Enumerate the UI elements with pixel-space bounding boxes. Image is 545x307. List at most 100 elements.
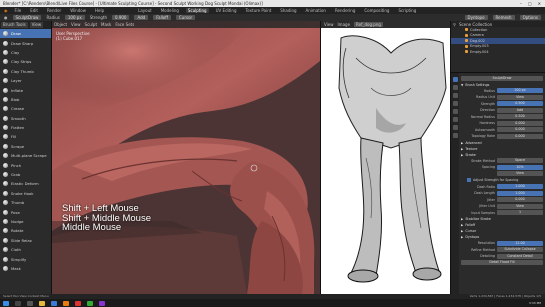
- workspace-tab-animation[interactable]: Animation: [304, 8, 328, 13]
- brush-selector[interactable]: SculptDraw: [12, 15, 42, 20]
- task-view-icon[interactable]: [27, 300, 33, 306]
- menu-help[interactable]: Help: [93, 8, 106, 13]
- falloff-dropdown[interactable]: Falloff: [153, 15, 172, 20]
- brush-item-clay-strips[interactable]: Clay Strips: [0, 57, 51, 66]
- setting-value-field[interactable]: Add: [497, 107, 543, 113]
- brush-item-blob[interactable]: Blob: [0, 95, 51, 104]
- workspace-tab-shading[interactable]: Shading: [278, 8, 298, 13]
- close-icon[interactable]: ✕: [538, 0, 541, 7]
- workspace-tab-modeling[interactable]: Modeling: [159, 8, 181, 13]
- image-editor-menu-image[interactable]: Image: [338, 22, 351, 27]
- file-explorer-icon[interactable]: [39, 300, 45, 306]
- radius-field[interactable]: 100 px: [64, 15, 85, 20]
- dash-ratio-field[interactable]: 1.000: [497, 184, 543, 190]
- brush-item-draw-sharp[interactable]: Draw Sharp: [0, 38, 51, 47]
- minimize-icon[interactable]: –: [520, 0, 522, 7]
- brush-item-crease[interactable]: Crease: [0, 104, 51, 113]
- spacing-field[interactable]: 10%: [497, 164, 543, 170]
- brush-item-elastic-deform[interactable]: Elastic Deform: [0, 179, 51, 188]
- viewport-menu-view[interactable]: View: [71, 22, 81, 27]
- detailing-dropdown[interactable]: Constant Detail: [497, 253, 543, 259]
- blender-taskbar-icon[interactable]: [63, 300, 69, 306]
- brush-item-nudge[interactable]: Nudge: [0, 217, 51, 226]
- workspace-tab-scripting[interactable]: Scripting: [396, 8, 418, 13]
- refine-method-dropdown[interactable]: Subdivide Collapse: [497, 247, 543, 253]
- dyntopo-dropdown[interactable]: Dyntopo: [464, 15, 488, 20]
- cursor-dropdown[interactable]: Cursor: [176, 15, 196, 20]
- jitter-field[interactable]: 0.000: [497, 197, 543, 203]
- strength-field[interactable]: 0.900: [112, 15, 130, 20]
- input-samples-field[interactable]: 1: [497, 210, 543, 216]
- reference-image-editor[interactable]: View Image Ref_dog.png: [320, 21, 450, 294]
- brush-item-smooth[interactable]: Smooth: [0, 114, 51, 123]
- brush-item-flatten[interactable]: Flatten: [0, 123, 51, 132]
- object-props-icon[interactable]: [452, 117, 458, 122]
- modifier-props-icon[interactable]: [452, 125, 458, 130]
- image-editor-menu-view[interactable]: View: [324, 22, 334, 27]
- adjust-spacing-checkbox[interactable]: [467, 178, 471, 183]
- workspace-tab-compositing[interactable]: Compositing: [362, 8, 391, 13]
- setting-value-field[interactable]: 100 px: [497, 88, 543, 94]
- outliner-search-icon[interactable]: ⚲: [453, 22, 456, 27]
- viewport-menu-mask[interactable]: Mask: [101, 22, 111, 27]
- brush-item-mask[interactable]: Mask: [0, 264, 51, 273]
- stroke-method-dropdown[interactable]: Space: [497, 158, 543, 164]
- brush-item-snake-hook[interactable]: Snake Hook: [0, 189, 51, 198]
- brush-item-simplify[interactable]: Simplify: [0, 254, 51, 263]
- direction-add-button[interactable]: Add: [134, 15, 149, 20]
- output-props-icon[interactable]: [452, 93, 458, 98]
- brush-item-pose[interactable]: Pose: [0, 207, 51, 216]
- viewport-menu-sculpt[interactable]: Sculpt: [85, 22, 98, 27]
- brush-item-multi-plane-scrape[interactable]: Multi-plane Scrape: [0, 151, 51, 160]
- app-icon-green[interactable]: [87, 300, 93, 306]
- brush-item-draw[interactable]: Draw: [0, 29, 51, 39]
- menu-window[interactable]: Window: [68, 8, 88, 13]
- window-controls[interactable]: – □ ✕: [520, 0, 545, 7]
- resolution-field[interactable]: 12.00: [497, 240, 543, 246]
- app-icon-purple[interactable]: [99, 300, 105, 306]
- setting-value-field[interactable]: 0.500: [497, 114, 543, 120]
- viewport-menu-object[interactable]: Object: [54, 22, 67, 27]
- sculpt-mode-icon[interactable]: ●: [4, 15, 8, 20]
- viewport-menu-face-sets[interactable]: Face Sets: [115, 22, 134, 27]
- setting-value-field[interactable]: 0.000: [497, 120, 543, 126]
- menu-file[interactable]: File: [13, 8, 24, 13]
- jitter-unit-dropdown[interactable]: View: [497, 203, 543, 209]
- tab-brush-tools[interactable]: Brush Tools: [1, 22, 28, 28]
- options-dropdown[interactable]: Options: [519, 15, 541, 20]
- maximize-icon[interactable]: □: [528, 0, 532, 7]
- menu-render[interactable]: Render: [45, 8, 63, 13]
- brush-item-pinch[interactable]: Pinch: [0, 160, 51, 169]
- brush-item-layer[interactable]: Layer: [0, 76, 51, 85]
- browser-icon[interactable]: [51, 300, 57, 306]
- spacing-distance-dropdown[interactable]: View: [497, 171, 543, 177]
- workspace-tab-rendering[interactable]: Rendering: [333, 8, 357, 13]
- brush-item-inflate[interactable]: Inflate: [0, 85, 51, 94]
- setting-value-field[interactable]: 0.000: [497, 127, 543, 133]
- image-name-field[interactable]: Ref_dog.png: [354, 22, 383, 27]
- app-icon-red[interactable]: [75, 300, 81, 306]
- setting-value-field[interactable]: 0.900: [497, 101, 543, 107]
- brush-name-field[interactable]: SculptDraw: [461, 75, 543, 81]
- search-icon[interactable]: [15, 300, 21, 306]
- start-menu-icon[interactable]: [3, 300, 9, 306]
- setting-value-field[interactable]: View: [497, 94, 543, 100]
- brush-item-clay-thumb[interactable]: Clay Thumb: [0, 67, 51, 76]
- brush-item-slide-relax[interactable]: Slide Relax: [0, 236, 51, 245]
- workspace-tab-texture-paint[interactable]: Texture Paint: [243, 8, 273, 13]
- tool-props-icon[interactable]: [452, 77, 458, 82]
- detail-flood-fill-button[interactable]: Detail Flood Fill: [461, 260, 543, 266]
- setting-value-field[interactable]: 0.000: [497, 133, 543, 139]
- workspace-tab-layout[interactable]: Layout: [136, 8, 154, 13]
- brush-item-grab[interactable]: Grab: [0, 170, 51, 179]
- workspace-tab-sculpting[interactable]: Sculpting: [185, 8, 209, 13]
- blender-logo-icon[interactable]: ◉: [4, 8, 8, 13]
- brush-item-rotate[interactable]: Rotate: [0, 226, 51, 235]
- menu-edit[interactable]: Edit: [28, 8, 40, 13]
- scene-props-icon[interactable]: [452, 101, 458, 106]
- outliner-row[interactable]: Empty.004: [451, 49, 545, 55]
- world-props-icon[interactable]: [452, 109, 458, 114]
- material-props-icon[interactable]: [452, 133, 458, 138]
- tab-view[interactable]: View: [29, 22, 44, 28]
- workspace-tab-uv-editing[interactable]: UV Editing: [214, 8, 239, 13]
